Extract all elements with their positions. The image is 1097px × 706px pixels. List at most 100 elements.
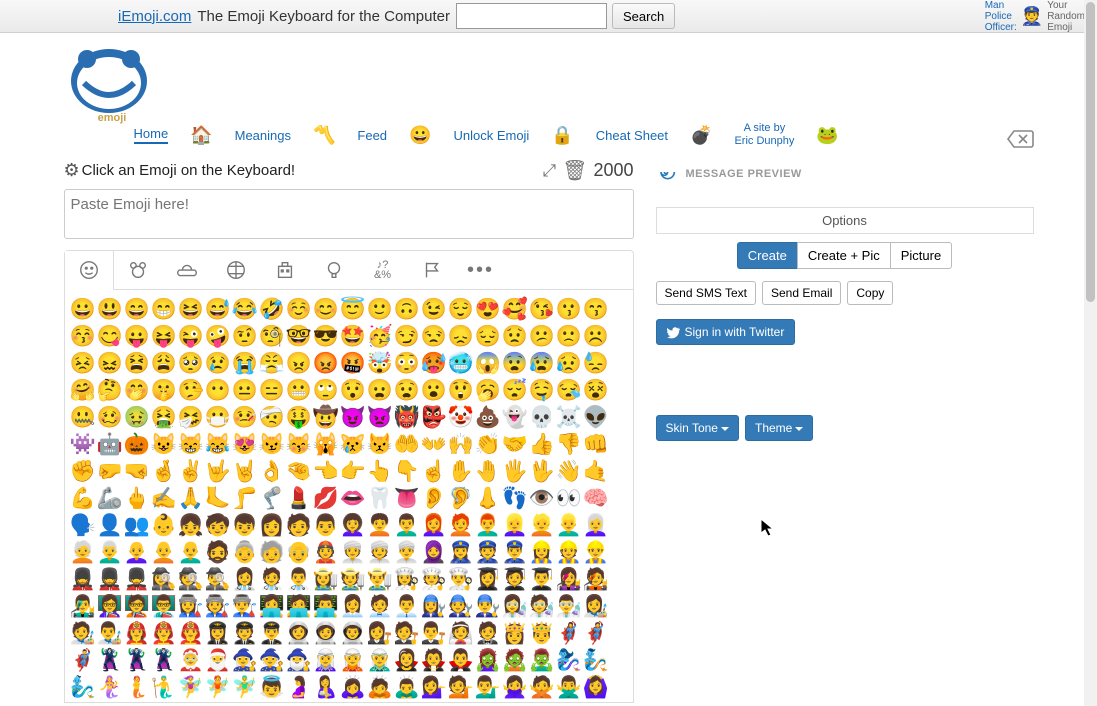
emoji-cell[interactable]: 👋 — [556, 458, 583, 485]
emoji-cell[interactable]: 🙆 — [70, 701, 97, 703]
cat-food[interactable] — [163, 251, 212, 289]
emoji-cell[interactable]: 👳 — [367, 539, 394, 566]
emoji-cell[interactable]: 🤭 — [124, 377, 151, 404]
emoji-cell[interactable]: ✍️ — [151, 485, 178, 512]
emoji-cell[interactable]: 🧛‍♀️ — [394, 647, 421, 674]
cat-smileys[interactable] — [65, 251, 114, 291]
emoji-cell[interactable]: 😾 — [367, 431, 394, 458]
emoji-cell[interactable]: 🧏 — [232, 701, 259, 703]
emoji-cell[interactable]: 👷 — [556, 539, 583, 566]
emoji-cell[interactable]: 👃 — [475, 485, 502, 512]
emoji-cell[interactable]: 🧛 — [421, 647, 448, 674]
emoji-cell[interactable]: 🙎 — [475, 701, 502, 703]
emoji-cell[interactable]: 🧏‍♂️ — [259, 701, 286, 703]
emoji-cell[interactable]: 👩‍🚒 — [124, 620, 151, 647]
emoji-cell[interactable]: 👩‍⚕️ — [232, 566, 259, 593]
emoji-cell[interactable]: 😕 — [529, 323, 556, 350]
emoji-cell[interactable]: 👨‍🎤 — [70, 593, 97, 620]
emoji-cell[interactable]: 🙃 — [394, 296, 421, 323]
emoji-cell[interactable]: 😔 — [475, 323, 502, 350]
emoji-cell[interactable]: 👨‍⚕️ — [286, 566, 313, 593]
emoji-cell[interactable]: 🙌 — [448, 431, 475, 458]
emoji-cell[interactable]: 👅 — [394, 485, 421, 512]
emoji-cell[interactable]: 😞 — [448, 323, 475, 350]
emoji-cell[interactable]: 🤦 — [313, 701, 340, 703]
emoji-cell[interactable]: 👨‍🎓 — [529, 566, 556, 593]
emoji-cell[interactable]: 😈 — [340, 404, 367, 431]
emoji-cell[interactable]: 🙍 — [556, 701, 583, 703]
emoji-cell[interactable]: 🤷‍♀️ — [367, 701, 394, 703]
emoji-cell[interactable]: 🤢 — [124, 404, 151, 431]
emoji-cell[interactable]: 🤷‍♂️ — [421, 701, 448, 703]
emoji-cell[interactable]: 😆 — [178, 296, 205, 323]
emoji-cell[interactable]: 🙁 — [556, 323, 583, 350]
emoji-cell[interactable]: 😇 — [340, 296, 367, 323]
emoji-cell[interactable]: 🥶 — [448, 350, 475, 377]
emoji-cell[interactable]: 😸 — [178, 431, 205, 458]
emoji-cell[interactable]: 👮‍♂️ — [502, 539, 529, 566]
emoji-cell[interactable]: 💄 — [286, 485, 313, 512]
emoji-cell[interactable]: 🧏‍♀️ — [205, 701, 232, 703]
emoji-cell[interactable]: 🧜‍♀️ — [97, 674, 124, 701]
emoji-cell[interactable]: ✌️ — [178, 458, 205, 485]
emoji-cell[interactable]: 👂 — [421, 485, 448, 512]
emoji-cell[interactable]: 👨‍🚒 — [178, 620, 205, 647]
emoji-cell[interactable]: 🧑‍🔬 — [529, 593, 556, 620]
emoji-cell[interactable]: 😌 — [448, 296, 475, 323]
emoji-cell[interactable]: 😑 — [259, 377, 286, 404]
emoji-cell[interactable]: 🤜 — [124, 458, 151, 485]
emoji-cell[interactable]: 🧑‍🚀 — [313, 620, 340, 647]
emoji-cell[interactable]: 🙇‍♀️ — [340, 674, 367, 701]
emoji-cell[interactable]: 👨‍💼 — [394, 593, 421, 620]
emoji-cell[interactable]: 👩‍🦲 — [124, 539, 151, 566]
emoji-cell[interactable]: 👧 — [178, 512, 205, 539]
emoji-cell[interactable]: 🧕 — [421, 539, 448, 566]
emoji-cell[interactable]: 🖕 — [124, 485, 151, 512]
emoji-cell[interactable]: 😺 — [151, 431, 178, 458]
emoji-cell[interactable]: 🤚 — [475, 458, 502, 485]
emoji-cell[interactable]: 😙 — [583, 296, 610, 323]
nav-home[interactable]: Home — [134, 126, 169, 144]
emoji-cell[interactable]: 👁️ — [529, 485, 556, 512]
emoji-cell[interactable]: 😴 — [502, 377, 529, 404]
emoji-cell[interactable]: 🧞‍♂️ — [70, 674, 97, 701]
emoji-cell[interactable]: 🧑‍🎓 — [502, 566, 529, 593]
cat-travel[interactable] — [261, 251, 310, 289]
copy-button[interactable]: Copy — [847, 281, 893, 305]
emoji-cell[interactable]: 😝 — [151, 323, 178, 350]
emoji-cell[interactable]: 👆 — [367, 458, 394, 485]
emoji-cell[interactable]: 🤴 — [529, 620, 556, 647]
emoji-cell[interactable]: 🤑 — [286, 404, 313, 431]
emoji-cell[interactable]: 🙅 — [529, 674, 556, 701]
emoji-cell[interactable]: 👱 — [529, 512, 556, 539]
emoji-cell[interactable]: 😣 — [70, 350, 97, 377]
emoji-cell[interactable]: 🧑‍🍳 — [421, 566, 448, 593]
emoji-cell[interactable]: 😻 — [232, 431, 259, 458]
create-button[interactable]: Create — [737, 242, 797, 269]
emoji-cell[interactable]: 👨‍⚖️ — [421, 620, 448, 647]
emoji-cell[interactable]: 🙋‍♂️ — [178, 701, 205, 703]
emoji-cell[interactable]: 🧑 — [286, 512, 313, 539]
emoji-cell[interactable]: 👨‍🍳 — [448, 566, 475, 593]
emoji-cell[interactable]: 🤯 — [367, 350, 394, 377]
emoji-cell[interactable]: 🤘 — [232, 458, 259, 485]
emoji-cell[interactable]: 👦 — [232, 512, 259, 539]
emoji-cell[interactable]: 🤬 — [340, 350, 367, 377]
emoji-cell[interactable]: 🥺 — [178, 350, 205, 377]
emoji-cell[interactable]: 🙄 — [313, 377, 340, 404]
emoji-cell[interactable]: 💋 — [313, 485, 340, 512]
emoji-cell[interactable]: 💀 — [529, 404, 556, 431]
emoji-cell[interactable]: 🤤 — [529, 377, 556, 404]
emoji-cell[interactable]: 👩‍🔧 — [421, 593, 448, 620]
emoji-cell[interactable]: 😂 — [232, 296, 259, 323]
emoji-cell[interactable]: 🤔 — [97, 377, 124, 404]
cat-animals[interactable] — [114, 251, 163, 289]
emoji-cell[interactable]: 👩‍🦳 — [583, 512, 610, 539]
emoji-cell[interactable]: 😓 — [583, 350, 610, 377]
emoji-cell[interactable]: 😩 — [151, 350, 178, 377]
emoji-cell[interactable]: 🧞‍♀️ — [556, 647, 583, 674]
emoji-cell[interactable]: 👨‍🔬 — [556, 593, 583, 620]
emoji-cell[interactable]: 🧠 — [583, 485, 610, 512]
emoji-cell[interactable]: ✊ — [70, 458, 97, 485]
emoji-cell[interactable]: 👱‍♀️ — [502, 512, 529, 539]
